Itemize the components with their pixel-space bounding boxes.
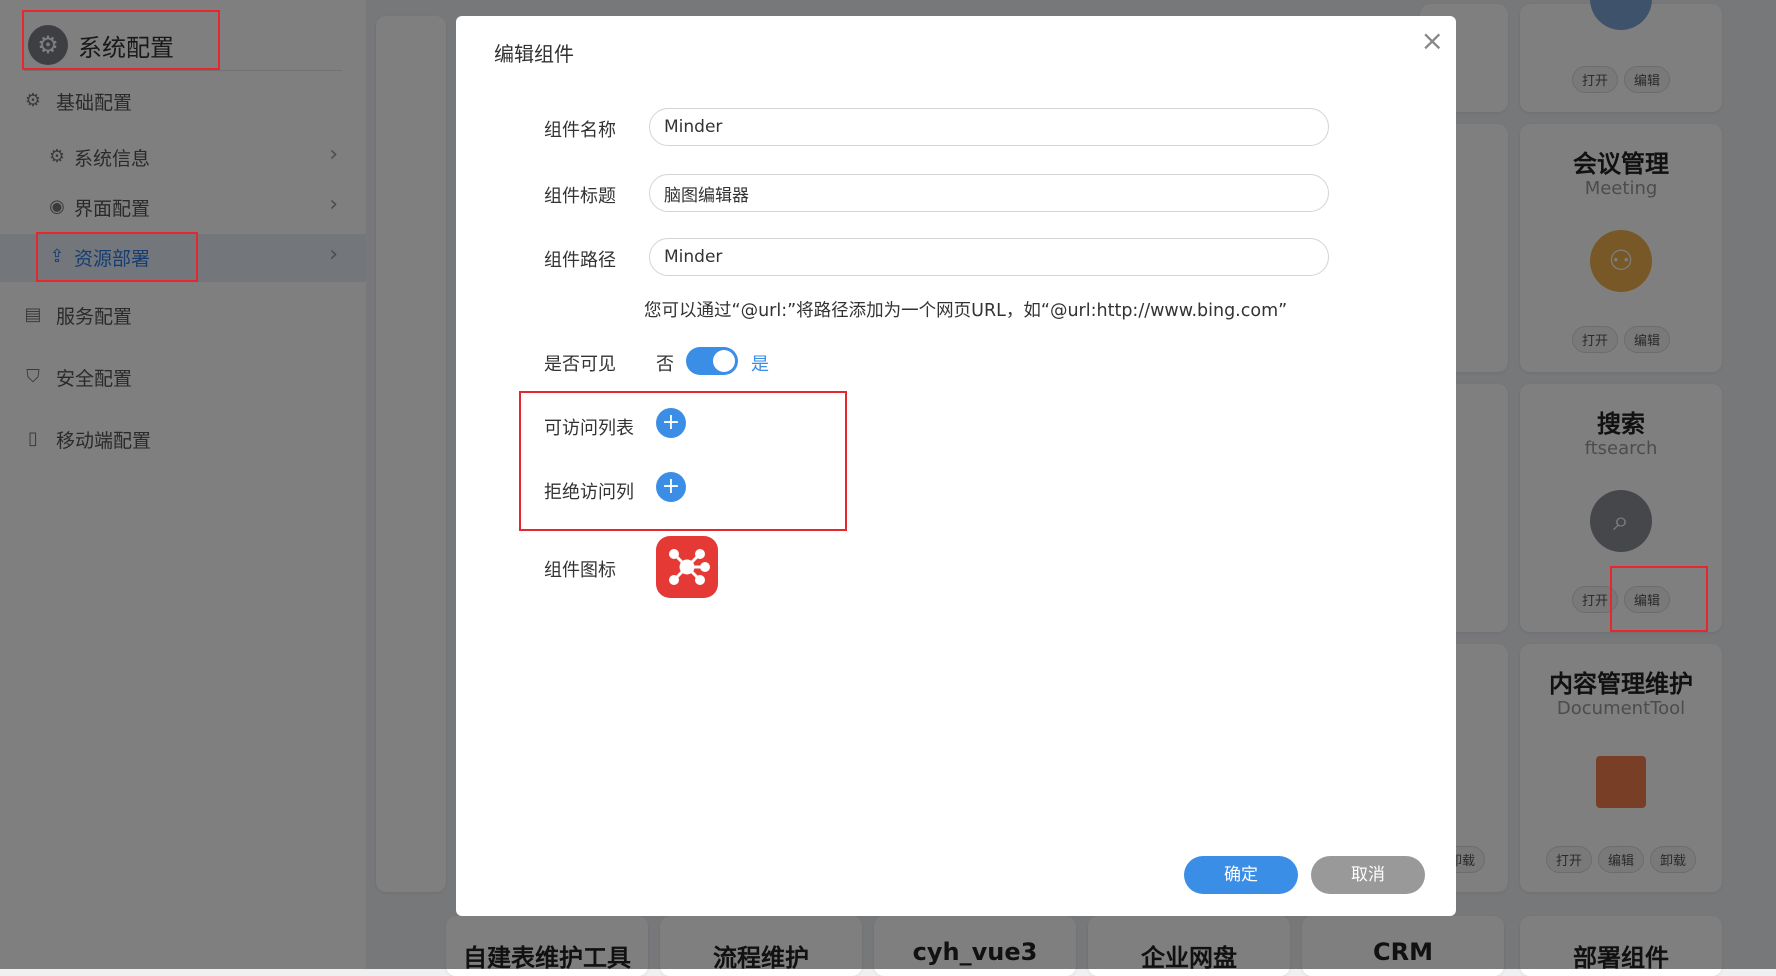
component-name-label: 组件名称 — [544, 120, 616, 141]
visible-label: 是否可见 — [544, 354, 616, 375]
highlight-box — [519, 391, 847, 531]
component-icon-label: 组件图标 — [544, 560, 616, 581]
highlight-box — [1610, 566, 1708, 632]
path-hint: 您可以通过“@url:”将路径添加为一个网页URL，如“@url:http://… — [644, 301, 1288, 321]
component-title-input[interactable] — [649, 174, 1329, 212]
component-path-input[interactable] — [649, 238, 1329, 276]
highlight-box — [22, 10, 220, 70]
visible-toggle[interactable] — [686, 347, 738, 375]
component-path-label: 组件路径 — [544, 250, 616, 271]
toggle-on-label: 是 — [751, 354, 769, 375]
confirm-button[interactable]: 确定 — [1184, 856, 1298, 894]
toggle-off-label: 否 — [656, 354, 674, 375]
mindmap-icon[interactable] — [656, 536, 718, 598]
highlight-box — [36, 232, 198, 282]
dialog-title: 编辑组件 — [494, 42, 574, 66]
component-title-label: 组件标题 — [544, 186, 616, 207]
toggle-knob — [713, 350, 735, 372]
edit-component-dialog: 编辑组件 × 组件名称 组件标题 组件路径 您可以通过“@url:”将路径添加为… — [456, 16, 1456, 916]
close-icon[interactable]: × — [1421, 24, 1444, 57]
cancel-button[interactable]: 取消 — [1311, 856, 1425, 894]
component-name-input[interactable] — [649, 108, 1329, 146]
